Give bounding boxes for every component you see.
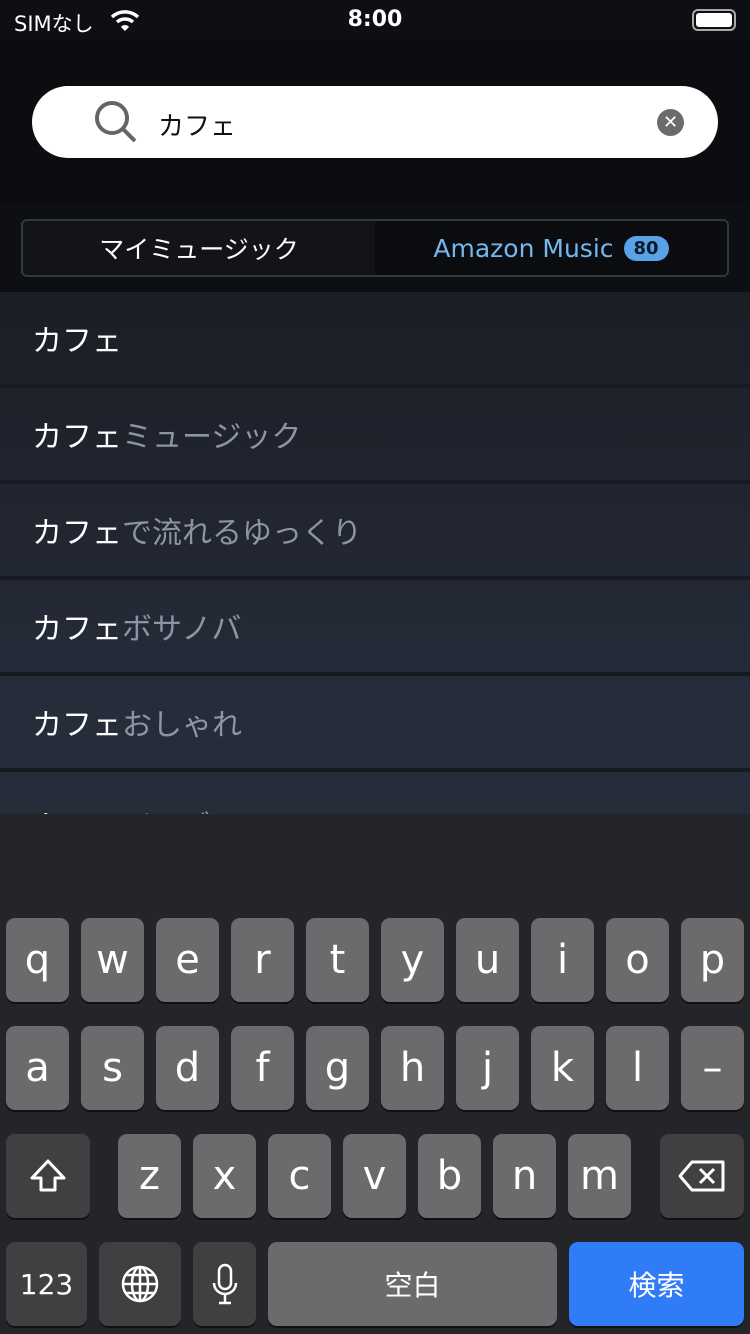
numbers-key[interactable]: 123 (6, 1242, 87, 1326)
key-s[interactable]: s (81, 1026, 144, 1110)
key-v[interactable]: v (343, 1134, 406, 1218)
shift-icon (30, 1159, 66, 1192)
microphone-icon (212, 1263, 237, 1305)
space-key[interactable]: 空白 (268, 1242, 557, 1326)
key-w[interactable]: w (81, 918, 144, 1002)
key-n[interactable]: n (493, 1134, 556, 1218)
search-input[interactable]: カフェ ✕ (32, 86, 718, 158)
tab-label: Amazon Music (433, 233, 614, 263)
match-text: カフェ (32, 802, 122, 814)
suggestion-item[interactable]: カフェ で流れるゆっくり (0, 484, 750, 580)
status-bar: SIMなし 8:00 (0, 0, 750, 40)
key-j[interactable]: j (456, 1026, 519, 1110)
count-badge: 80 (623, 235, 669, 261)
key-c[interactable]: c (268, 1134, 331, 1218)
match-text: カフェ (32, 420, 122, 455)
key-u[interactable]: u (456, 918, 519, 1002)
battery-icon (692, 9, 736, 31)
clock: 8:00 (347, 7, 403, 32)
suggestion-list: カフェ カフェ ミュージック カフェ で流れるゆっくり カフェ ボサノバ カフェ お… (0, 292, 750, 814)
key-q[interactable]: q (6, 918, 69, 1002)
clear-icon[interactable]: ✕ (657, 109, 684, 136)
key-–[interactable]: – (681, 1026, 744, 1110)
key-a[interactable]: a (6, 1026, 69, 1110)
rest-text: ジャズ (122, 802, 211, 814)
match-text: カフェ (32, 516, 122, 551)
key-h[interactable]: h (381, 1026, 444, 1110)
key-g[interactable]: g (306, 1026, 369, 1110)
keyboard: 123 空白 検索 q w e r t y u i o p a s d f g h j k l – z x c v b n m (0, 814, 750, 1334)
key-f[interactable]: f (231, 1026, 294, 1110)
key-l[interactable]: l (606, 1026, 669, 1110)
key-i[interactable]: i (531, 918, 594, 1002)
key-o[interactable]: o (606, 918, 669, 1002)
globe-icon (121, 1265, 159, 1303)
key-t[interactable]: t (306, 918, 369, 1002)
key-b[interactable]: b (418, 1134, 481, 1218)
microphone-key[interactable] (193, 1242, 256, 1326)
shift-key[interactable] (6, 1134, 90, 1218)
source-tabs: マイミュージック Amazon Music 80 (21, 219, 729, 277)
delete-key[interactable] (660, 1134, 744, 1218)
suggestion-item[interactable]: カフェ おしゃれ (0, 676, 750, 772)
key-x[interactable]: x (193, 1134, 256, 1218)
key-r[interactable]: r (231, 918, 294, 1002)
suggestion-item[interactable]: カフェ ジャズ (0, 772, 750, 814)
search-key[interactable]: 検索 (569, 1242, 744, 1326)
backspace-icon (678, 1160, 725, 1192)
search-value[interactable]: カフェ (158, 106, 236, 143)
suggestion-item[interactable]: カフェ (0, 292, 750, 388)
tab-my-music[interactable]: マイミュージック (23, 221, 375, 275)
rest-text: ボサノバ (122, 612, 242, 647)
key-d[interactable]: d (156, 1026, 219, 1110)
suggestion-item[interactable]: カフェ ミュージック (0, 388, 750, 484)
rest-text: おしゃれ (122, 708, 242, 743)
search-icon (95, 101, 137, 143)
key-y[interactable]: y (381, 918, 444, 1002)
key-m[interactable]: m (568, 1134, 631, 1218)
globe-key[interactable] (99, 1242, 181, 1326)
key-e[interactable]: e (156, 918, 219, 1002)
match-text: カフェ (32, 324, 122, 359)
suggestion-item[interactable]: カフェ ボサノバ (0, 580, 750, 676)
tab-label: マイミュージック (99, 235, 299, 264)
rest-text: で流れるゆっくり (122, 516, 362, 551)
key-k[interactable]: k (531, 1026, 594, 1110)
tab-amazon-music[interactable]: Amazon Music 80 (375, 221, 727, 275)
rest-text: ミュージック (122, 420, 302, 455)
key-z[interactable]: z (118, 1134, 181, 1218)
match-text: カフェ (32, 612, 122, 647)
match-text: カフェ (32, 708, 122, 743)
key-p[interactable]: p (681, 918, 744, 1002)
